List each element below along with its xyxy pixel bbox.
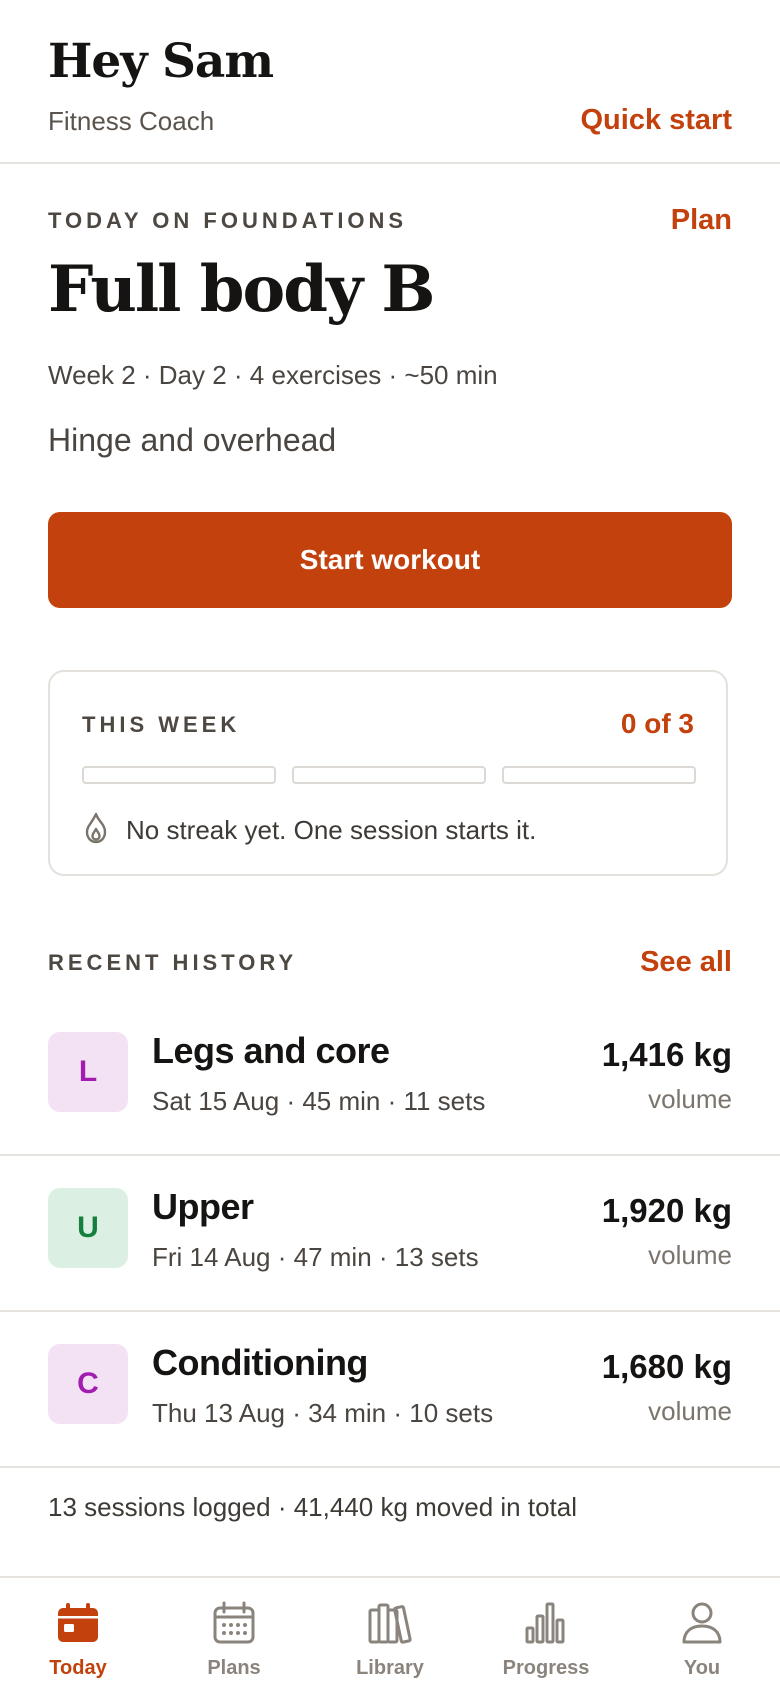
app-header: Hey Sam Fitness Coach Quick start	[0, 0, 780, 164]
history-row-title: Upper	[152, 1186, 254, 1227]
history-row-title: Conditioning	[152, 1342, 368, 1383]
nav-label: Progress	[502, 1657, 590, 1679]
today-eyebrow: TODAY ON FOUNDATIONS	[48, 208, 408, 233]
bar-chart-icon	[522, 1600, 570, 1651]
history-row-legs-and-core[interactable]: L Legs and core Sat 15 Aug · 45 min · 11…	[0, 1000, 780, 1156]
week-progress-segment	[82, 766, 276, 784]
nav-item-plans[interactable]: Plans	[156, 1578, 312, 1688]
nav-label: Today	[49, 1657, 107, 1679]
workout-title: Full body B	[48, 252, 435, 327]
greeting-title: Hey Sam	[48, 34, 274, 89]
week-progress-bars	[82, 766, 696, 784]
see-all-button[interactable]: See all	[640, 946, 732, 979]
nav-label: Library	[356, 1657, 424, 1679]
nav-item-you[interactable]: You	[624, 1578, 780, 1688]
this-week-card: THIS WEEK 0 of 3 No streak yet. One sess…	[48, 670, 728, 876]
recent-history-eyebrow: RECENT HISTORY	[48, 950, 298, 975]
app-name: Fitness Coach	[48, 106, 215, 136]
today-section: TODAY ON FOUNDATIONS Plan Full body B We…	[0, 164, 780, 664]
history-row-volume-label: volume	[648, 1396, 732, 1426]
streak-text: No streak yet. One session starts it.	[126, 815, 537, 845]
history-row-volume: 1,416 kg	[601, 1036, 732, 1073]
calendar-grid-icon	[210, 1600, 258, 1651]
nav-label: Plans	[207, 1657, 261, 1679]
streak-row: No streak yet. One session starts it.	[82, 812, 536, 849]
history-row-volume: 1,920 kg	[601, 1192, 732, 1229]
history-row-volume-label: volume	[648, 1084, 732, 1114]
plan-link[interactable]: Plan	[671, 204, 732, 237]
history-row-volume-label: volume	[648, 1240, 732, 1270]
calendar-filled-icon	[54, 1600, 102, 1651]
bottom-nav: Today Plans Library Progress You	[0, 1576, 780, 1688]
workout-meta: Week 2 · Day 2 · 4 exercises · ~50 min	[48, 360, 498, 390]
person-icon	[678, 1600, 726, 1651]
history-summary: 13 sessions logged · 41,440 kg moved in …	[48, 1492, 578, 1522]
start-workout-button[interactable]: Start workout	[48, 512, 732, 608]
week-progress-segment	[292, 766, 486, 784]
nav-item-today[interactable]: Today	[0, 1578, 156, 1688]
quick-start-button[interactable]: Quick start	[581, 104, 733, 137]
history-row-meta: Fri 14 Aug · 47 min · 13 sets	[152, 1242, 479, 1272]
nav-item-progress[interactable]: Progress	[468, 1578, 624, 1688]
workout-initial-badge: C	[48, 1344, 128, 1424]
this-week-eyebrow: THIS WEEK	[82, 712, 241, 737]
week-progress-count: 0 of 3	[620, 708, 694, 739]
history-row-title: Legs and core	[152, 1030, 390, 1071]
history-row-upper[interactable]: U Upper Fri 14 Aug · 47 min · 13 sets 1,…	[0, 1156, 780, 1312]
books-icon	[366, 1600, 414, 1651]
history-row-volume: 1,680 kg	[601, 1348, 732, 1385]
history-row-meta: Sat 15 Aug · 45 min · 11 sets	[152, 1086, 486, 1116]
workout-initial-badge: U	[48, 1188, 128, 1268]
nav-label: You	[683, 1657, 721, 1679]
workout-initial-badge: L	[48, 1032, 128, 1112]
flame-outline-icon	[82, 812, 110, 849]
workout-focus: Hinge and overhead	[48, 422, 337, 458]
week-progress-segment	[502, 766, 696, 784]
history-list: L Legs and core Sat 15 Aug · 45 min · 11…	[0, 1000, 780, 1468]
nav-item-library[interactable]: Library	[312, 1578, 468, 1688]
history-row-conditioning[interactable]: C Conditioning Thu 13 Aug · 34 min · 10 …	[0, 1312, 780, 1468]
history-row-meta: Thu 13 Aug · 34 min · 10 sets	[152, 1398, 494, 1428]
